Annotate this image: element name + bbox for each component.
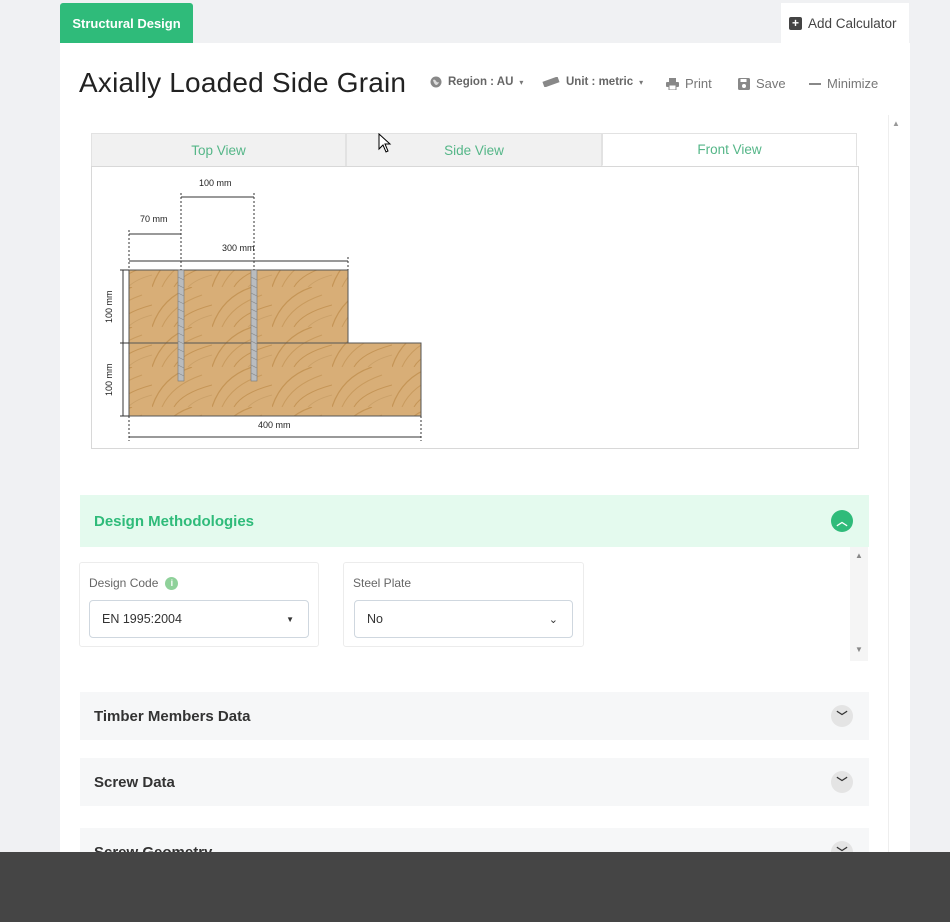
scroll-down-arrow-icon[interactable]: ▼: [855, 645, 863, 654]
steel-plate-value: No: [367, 612, 383, 626]
minimize-button[interactable]: Minimize: [809, 76, 878, 91]
timber-connection-drawing: 100 mm 70 mm 300 mm 100 mm 100 mm 400 mm: [104, 178, 422, 441]
dim-label-300: 300 mm: [222, 243, 255, 253]
section-design-methodologies[interactable]: Design Methodologies ︿: [80, 495, 869, 547]
lower-timber-member: [128, 342, 422, 417]
save-button[interactable]: Save: [738, 76, 786, 91]
calculator-card: Axially Loaded Side Grain Region : AU ▾ …: [60, 43, 910, 852]
section-screw-data[interactable]: Screw Data ﹀: [80, 758, 869, 806]
dim-label-100-top: 100 mm: [199, 178, 232, 188]
ruler-icon: [542, 77, 560, 87]
section-scrollbar[interactable]: ▲ ▼: [850, 547, 868, 661]
chevron-down-icon: ⌄: [548, 613, 558, 626]
section-screw-geometry[interactable]: Screw Geometry ﹀: [80, 828, 869, 852]
printer-icon: [666, 77, 679, 90]
tab-top-view[interactable]: Top View: [91, 133, 346, 166]
minimize-label: Minimize: [827, 76, 879, 91]
page-title: Axially Loaded Side Grain: [79, 67, 407, 98]
scroll-up-arrow-icon[interactable]: ▲: [892, 119, 900, 128]
chevron-down-icon[interactable]: ﹀: [831, 841, 853, 852]
tab-structural-design[interactable]: Structural Design: [60, 3, 193, 43]
info-icon[interactable]: i: [165, 576, 179, 590]
design-code-value: EN 1995:2004: [102, 612, 182, 626]
caret-down-icon: ▼: [286, 614, 294, 624]
plus-square-icon: +: [789, 16, 802, 30]
mouse-cursor-icon: [378, 133, 392, 153]
unit-dropdown[interactable]: Unit : metric ▾: [542, 76, 643, 88]
region-label: Region : AU: [448, 76, 514, 88]
steel-plate-select[interactable]: No ⌄: [354, 600, 573, 638]
caret-down-icon: ▾: [639, 77, 644, 87]
print-label: Print: [685, 76, 712, 91]
chevron-up-icon[interactable]: ︿: [831, 510, 853, 532]
screw-1: [177, 269, 185, 382]
dim-label-100-left-lower: 100 mm: [104, 363, 114, 396]
add-calculator-button[interactable]: + Add Calculator: [781, 3, 909, 43]
page-scrollbar[interactable]: [888, 115, 900, 852]
steel-plate-card: Steel Plate No ⌄: [343, 562, 584, 647]
steel-plate-label-row: Steel Plate: [353, 576, 411, 590]
dim-label-100-left-upper: 100 mm: [104, 290, 114, 323]
section-timber-members-data[interactable]: Timber Members Data ﹀: [80, 692, 869, 740]
section-title-screw-geometry: Screw Geometry: [94, 843, 213, 853]
section-title-design-methodologies: Design Methodologies: [94, 512, 255, 530]
caret-down-icon: ▾: [519, 77, 524, 87]
design-code-select[interactable]: EN 1995:2004 ▼: [89, 600, 309, 638]
tab-front-view[interactable]: Front View: [602, 133, 857, 166]
chevron-down-icon[interactable]: ﹀: [831, 771, 853, 793]
view-tabs: Top View Side View Front View: [91, 133, 857, 166]
bottom-bar: [0, 852, 950, 922]
dim-label-70: 70 mm: [140, 214, 168, 224]
floppy-disk-icon: [738, 77, 750, 90]
chevron-down-icon[interactable]: ﹀: [831, 705, 853, 727]
globe-icon: [430, 76, 442, 88]
add-calculator-label: Add Calculator: [808, 15, 897, 31]
dim-label-400: 400 mm: [258, 420, 291, 430]
region-dropdown[interactable]: Region : AU ▾: [430, 76, 523, 88]
screw-2: [250, 269, 258, 382]
front-view-diagram: 100 mm 70 mm 300 mm 100 mm 100 mm 400 mm: [91, 166, 859, 449]
design-code-label-row: Design Code i: [89, 576, 179, 590]
section-title-screw-data: Screw Data: [94, 773, 175, 791]
section-title-timber-members: Timber Members Data: [94, 707, 251, 725]
unit-label: Unit : metric: [566, 76, 634, 88]
design-code-label: Design Code: [89, 576, 159, 590]
minus-icon: [809, 82, 821, 85]
save-label: Save: [756, 76, 786, 91]
print-button[interactable]: Print: [666, 76, 712, 91]
design-code-card: Design Code i EN 1995:2004 ▼: [79, 562, 319, 647]
scroll-up-arrow-icon[interactable]: ▲: [855, 551, 863, 560]
upper-timber-member: [128, 269, 349, 344]
steel-plate-label: Steel Plate: [353, 576, 412, 590]
